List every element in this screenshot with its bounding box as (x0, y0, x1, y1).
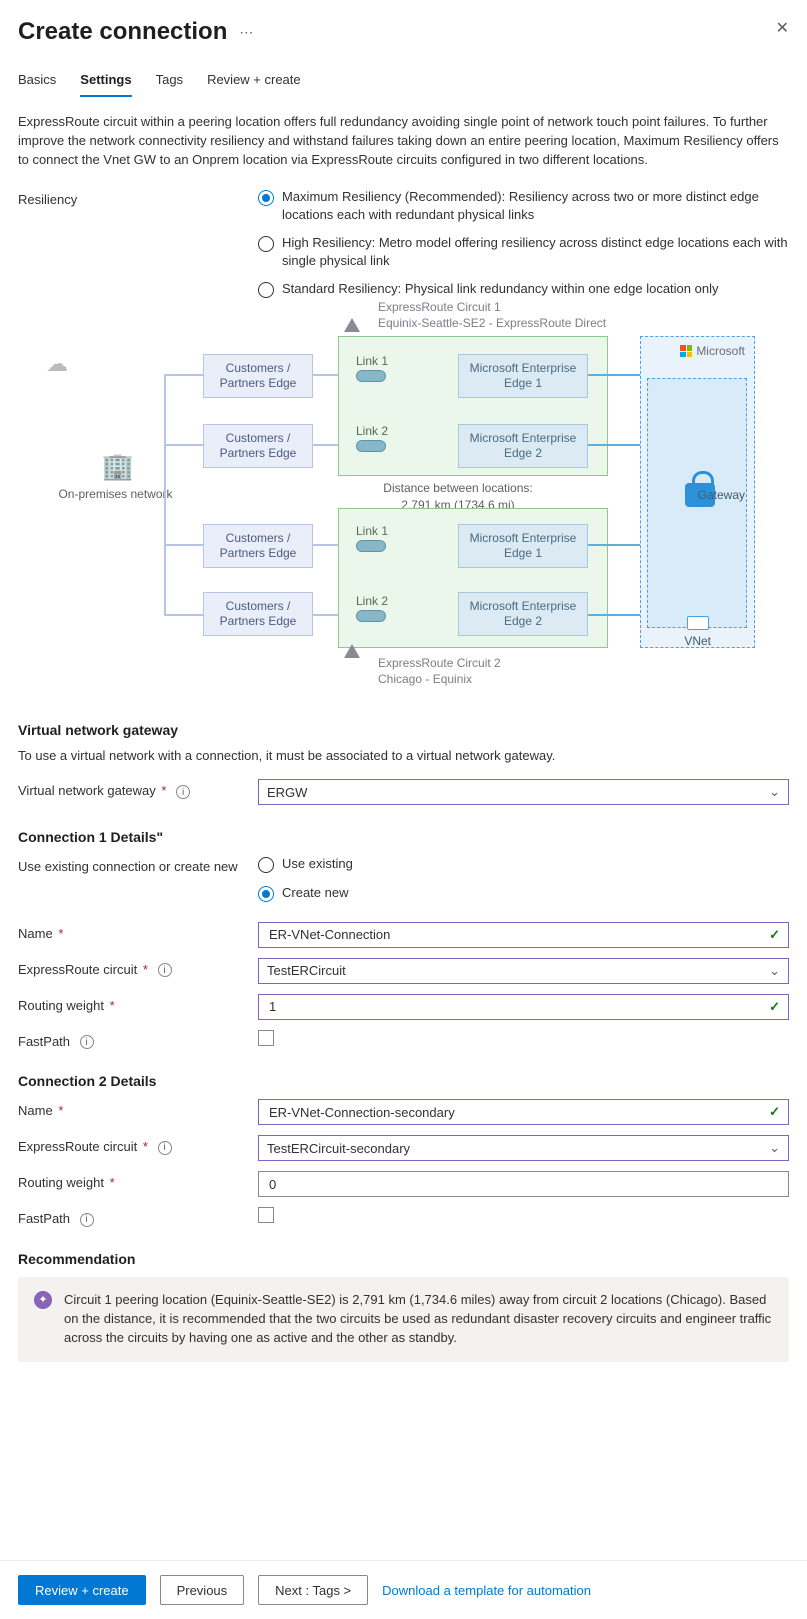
resiliency-radio-max[interactable] (258, 190, 274, 206)
link-bar-icon (356, 610, 386, 622)
gateway-label: Gateway (698, 488, 745, 502)
msee-3: Microsoft Enterprise Edge 1 (458, 524, 588, 568)
page-title: Create connection (18, 18, 227, 46)
msee-2: Microsoft Enterprise Edge 2 (458, 424, 588, 468)
conn2-weight-label: Routing weight (18, 1175, 104, 1190)
close-icon[interactable]: ✕ (776, 18, 789, 38)
resiliency-radio-high[interactable] (258, 236, 274, 252)
more-icon[interactable]: ⋯ (239, 24, 255, 41)
conn1-er-select[interactable]: TestERCircuit ⌄ (258, 958, 789, 984)
required-star: * (110, 1175, 115, 1190)
conn1-weight-label: Routing weight (18, 998, 104, 1013)
circuit1-label: ExpressRoute Circuit 1 Equinix-Seattle-S… (378, 300, 638, 331)
chevron-down-icon: ⌄ (769, 1140, 780, 1156)
conn2-name-label: Name (18, 1103, 53, 1118)
resiliency-opt-high: High Resiliency: Metro model offering re… (282, 234, 789, 270)
vng-heading: Virtual network gateway (18, 722, 789, 738)
vnet-icon (687, 616, 709, 630)
reco-heading: Recommendation (18, 1251, 789, 1267)
info-icon[interactable]: i (158, 963, 172, 977)
conn1-use-label: Use existing connection or create new (18, 855, 258, 874)
resiliency-radio-standard[interactable] (258, 282, 274, 298)
msee-4: Microsoft Enterprise Edge 2 (458, 592, 588, 636)
download-template-link[interactable]: Download a template for automation (382, 1583, 591, 1598)
tab-bar: Basics Settings Tags Review + create (18, 66, 789, 97)
link2-label: Link 2 (356, 424, 388, 438)
info-icon[interactable]: i (80, 1035, 94, 1049)
link-bar-icon (356, 370, 386, 382)
compass-icon: ✦ (34, 1291, 52, 1309)
conn1-opt-existing: Use existing (282, 855, 353, 873)
building-icon: 🏢 (102, 453, 130, 481)
conn2-er-select[interactable]: TestERCircuit-secondary ⌄ (258, 1135, 789, 1161)
conn2-heading: Connection 2 Details (18, 1073, 789, 1089)
info-icon[interactable]: i (80, 1213, 94, 1227)
conn2-fastpath-checkbox[interactable] (258, 1207, 274, 1223)
check-icon: ✓ (769, 999, 780, 1015)
cloud-icon: ☁ (46, 351, 68, 377)
customer-edge-2: Customers / Partners Edge (203, 424, 313, 468)
onprem-label: On-premises network (48, 487, 183, 501)
triangle-icon (344, 318, 360, 332)
tab-review[interactable]: Review + create (207, 66, 301, 97)
customer-edge-1: Customers / Partners Edge (203, 354, 313, 398)
required-star: * (58, 926, 63, 941)
conn2-er-label: ExpressRoute circuit (18, 1139, 137, 1154)
required-star: * (58, 1103, 63, 1118)
intro-text: ExpressRoute circuit within a peering lo… (18, 113, 789, 170)
check-icon: ✓ (769, 927, 780, 943)
topology-diagram: ☁ 🏢 On-premises network Customers / Part… (48, 328, 755, 698)
required-star: * (143, 962, 148, 977)
microsoft-label: Microsoft (680, 344, 745, 358)
recommendation-box: ✦ Circuit 1 peering location (Equinix-Se… (18, 1277, 789, 1362)
conn1-fastpath-checkbox[interactable] (258, 1030, 274, 1046)
conn1-fastpath-label: FastPath (18, 1034, 70, 1049)
conn2-fastpath-label: FastPath (18, 1211, 70, 1226)
conn1-radio-new[interactable] (258, 886, 274, 902)
microsoft-logo-icon (680, 345, 692, 357)
footer-bar: Review + create Previous Next : Tags > D… (0, 1560, 807, 1619)
conn1-name-label: Name (18, 926, 53, 941)
required-star: * (161, 783, 166, 798)
required-star: * (143, 1139, 148, 1154)
vng-select[interactable]: ERGW ⌄ (258, 779, 789, 805)
conn2-name-input[interactable]: ✓ (258, 1099, 789, 1125)
tab-tags[interactable]: Tags (156, 66, 183, 97)
info-icon[interactable]: i (158, 1141, 172, 1155)
link2-label-2: Link 2 (356, 594, 388, 608)
customer-edge-4: Customers / Partners Edge (203, 592, 313, 636)
info-icon[interactable]: i (176, 785, 190, 799)
link1-label-2: Link 1 (356, 524, 388, 538)
conn1-heading: Connection 1 Details" (18, 829, 789, 845)
tab-basics[interactable]: Basics (18, 66, 56, 97)
link1-label: Link 1 (356, 354, 388, 368)
resiliency-label: Resiliency (18, 188, 258, 207)
link-bar-icon (356, 440, 386, 452)
next-button[interactable]: Next : Tags > (258, 1575, 368, 1605)
tab-settings[interactable]: Settings (80, 66, 131, 97)
review-create-button[interactable]: Review + create (18, 1575, 146, 1605)
required-star: * (110, 998, 115, 1013)
conn1-weight-input[interactable]: ✓ (258, 994, 789, 1020)
resiliency-opt-standard: Standard Resiliency: Physical link redun… (282, 280, 718, 298)
link-bar-icon (356, 540, 386, 552)
conn1-name-input[interactable]: ✓ (258, 922, 789, 948)
vng-label: Virtual network gateway (18, 783, 156, 798)
vng-desc: To use a virtual network with a connecti… (18, 748, 789, 763)
resiliency-opt-max: Maximum Resiliency (Recommended): Resili… (282, 188, 789, 224)
conn2-weight-input[interactable] (258, 1171, 789, 1197)
msee-1: Microsoft Enterprise Edge 1 (458, 354, 588, 398)
triangle-icon (344, 644, 360, 658)
customer-edge-3: Customers / Partners Edge (203, 524, 313, 568)
chevron-down-icon: ⌄ (769, 784, 780, 800)
check-icon: ✓ (769, 1104, 780, 1120)
reco-text: Circuit 1 peering location (Equinix-Seat… (64, 1291, 773, 1348)
conn1-opt-new: Create new (282, 884, 348, 902)
circuit2-label: ExpressRoute Circuit 2 Chicago - Equinix (378, 656, 638, 687)
previous-button[interactable]: Previous (160, 1575, 245, 1605)
conn1-radio-existing[interactable] (258, 857, 274, 873)
conn1-er-label: ExpressRoute circuit (18, 962, 137, 977)
chevron-down-icon: ⌄ (769, 963, 780, 979)
vnet-label: VNet (684, 634, 711, 648)
